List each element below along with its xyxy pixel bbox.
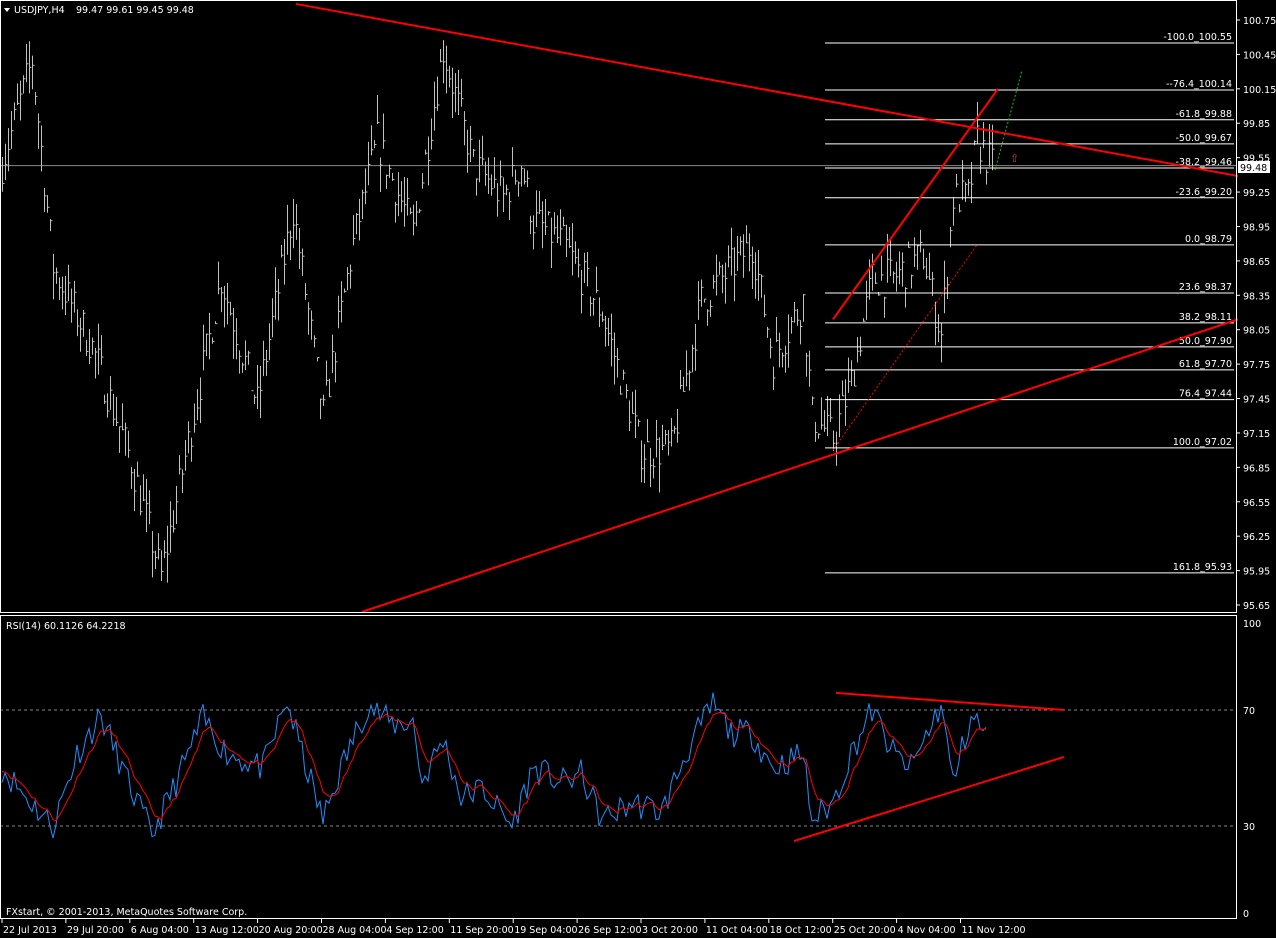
rsi-trendline — [793, 756, 1065, 843]
y-tick-label: 99.85 — [1243, 119, 1270, 130]
rsi-y-tick-label: 0 — [1243, 909, 1249, 920]
x-tick-label: 11 Oct 04:00 — [706, 925, 768, 936]
chart-canvas[interactable]: -100.0_100.55 --76.4_100.14 -61.8_99.88 -50… — [0, 0, 1276, 938]
fib-level-label: 76.4_97.44 — [1179, 389, 1232, 400]
x-tick-label: 28 Aug 04:00 — [323, 925, 387, 936]
x-tick-label: 18 Oct 12:00 — [770, 925, 832, 936]
price-panel-frame — [0, 0, 1237, 613]
fib-level-label: -61.8_99.88 — [1175, 109, 1232, 120]
x-tick-label: 13 Aug 12:00 — [195, 925, 259, 936]
rsi-panel — [0, 691, 1236, 843]
fib-level-label: 23.6_98.37 — [1179, 282, 1232, 293]
trendline-support — [361, 318, 1239, 613]
up-arrow-icon: ⇧ — [1010, 152, 1019, 165]
x-tick-label: 20 Aug 20:00 — [259, 925, 323, 936]
current-price-label: 99.48 — [1240, 163, 1267, 174]
fib-level-label: 50.0_97.90 — [1179, 336, 1232, 347]
rsi-signal-line — [1, 711, 987, 822]
y-tick-label: 97.15 — [1243, 429, 1270, 440]
y-tick-label: 96.25 — [1243, 532, 1270, 543]
y-tick-label: 98.65 — [1243, 257, 1270, 268]
fib-level-label: -50.0_99.67 — [1175, 133, 1232, 144]
fib-level-label: --76.4_100.14 — [1166, 79, 1232, 90]
dropdown-arrow-icon[interactable] — [4, 8, 10, 12]
fib-level-label: 100.0_97.02 — [1173, 437, 1232, 448]
y-tick-label: 99.25 — [1243, 188, 1270, 199]
x-tick-label: 4 Nov 04:00 — [898, 925, 956, 936]
x-tick-label: 19 Sep 04:00 — [514, 925, 577, 936]
y-tick-label: 96.85 — [1243, 463, 1270, 474]
y-tick-label: 95.95 — [1243, 567, 1270, 578]
y-tick-label: 98.05 — [1243, 326, 1270, 337]
ohlc-readout: 99.47 99.61 99.45 99.48 — [76, 5, 194, 16]
rsi-line — [1, 692, 987, 839]
y-tick-label: 98.95 — [1243, 222, 1270, 233]
rsi-y-tick-label: 100 — [1243, 619, 1261, 630]
rsi-trendline — [835, 691, 1065, 711]
symbol-title: USDJPY,H4 — [14, 5, 65, 16]
trendline-channel-lower — [832, 244, 978, 451]
rsi-title: RSI(14) 60.1126 64.2218 — [6, 621, 126, 632]
y-tick-label: 96.55 — [1243, 498, 1270, 509]
x-tick-label: 22 Jul 2013 — [3, 925, 57, 936]
x-tick-label: 4 Sep 12:00 — [386, 925, 443, 936]
x-tick-label: 25 Oct 20:00 — [834, 925, 896, 936]
x-tick-label: 6 Aug 04:00 — [131, 925, 189, 936]
y-tick-label: 98.35 — [1243, 291, 1270, 302]
x-tick-label: 3 Oct 20:00 — [642, 925, 698, 936]
rsi-y-tick-label: 30 — [1243, 822, 1255, 833]
fib-level-label: 0.0_98.79 — [1185, 234, 1232, 245]
fib-level-label: -23.6_99.20 — [1175, 187, 1232, 198]
x-tick-label: 26 Sep 12:00 — [578, 925, 641, 936]
y-tick-label: 100.15 — [1243, 85, 1276, 96]
fib-level-label: 38.2_98.11 — [1179, 312, 1232, 323]
y-tick-label: 100.75 — [1243, 16, 1276, 27]
rsi-panel-frame — [0, 615, 1237, 919]
fib-level-label: 161.8_95.93 — [1173, 562, 1232, 573]
y-tick-label: 97.75 — [1243, 360, 1270, 371]
x-tick-label: 29 Jul 20:00 — [67, 925, 124, 936]
price-panel: -100.0_100.55 --76.4_100.14 -61.8_99.88 -50… — [0, 2, 1239, 613]
fib-level-label: 61.8_97.70 — [1179, 359, 1232, 370]
x-tick-label: 11 Sep 20:00 — [450, 925, 513, 936]
copyright-footer: FXstart, © 2001-2013, MetaQuotes Softwar… — [6, 907, 247, 918]
rsi-y-tick-label: 70 — [1243, 706, 1255, 717]
y-tick-label: 95.65 — [1243, 601, 1270, 612]
x-tick-label: 11 Nov 12:00 — [962, 925, 1026, 936]
fib-level-label: -100.0_100.55 — [1163, 32, 1232, 43]
trendline-channel-upper — [832, 88, 999, 320]
y-tick-label: 97.45 — [1243, 395, 1270, 406]
y-tick-label: 100.45 — [1243, 50, 1276, 61]
